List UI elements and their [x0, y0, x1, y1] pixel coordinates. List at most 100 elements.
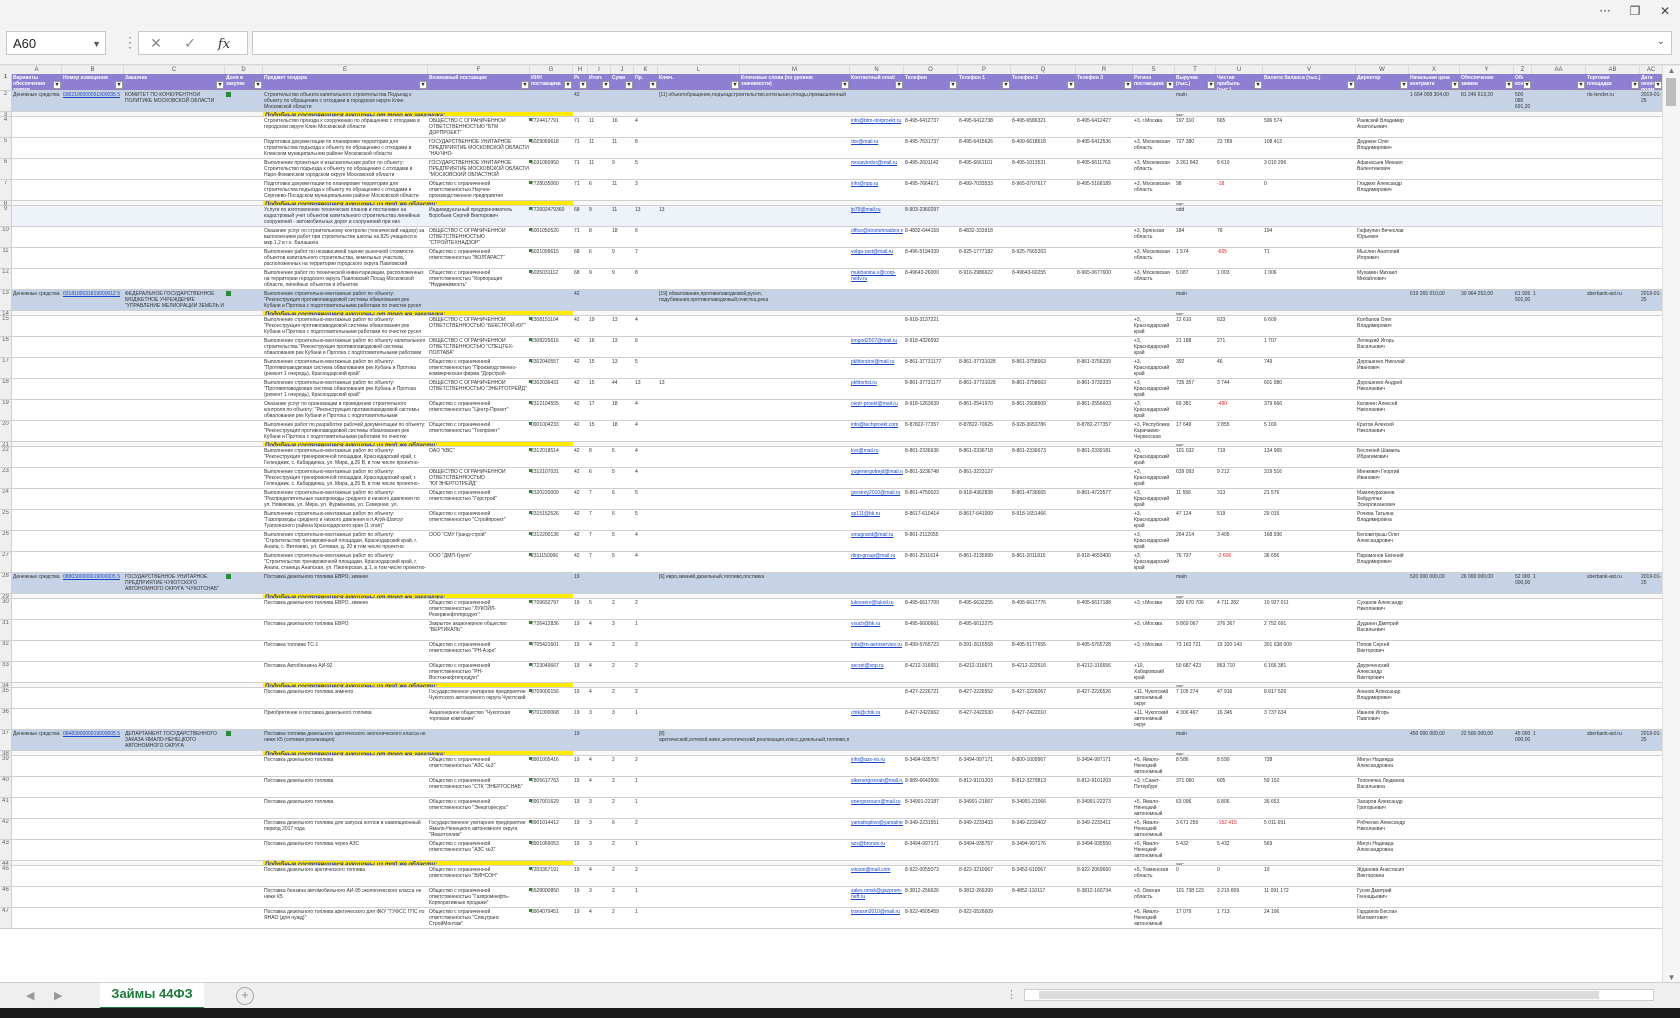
cell-m[interactable]: energoresurs@mail.ru [851, 799, 903, 818]
filter-dropdown-icon[interactable]: ▾ [1067, 81, 1075, 89]
row-number[interactable]: 17 [0, 358, 12, 378]
filter-dropdown-icon[interactable]: ▾ [254, 81, 262, 89]
close-icon[interactable]: ✕ [1652, 2, 1678, 20]
cell-m[interactable]: yugenergotrejd@mail.ru [851, 469, 903, 488]
row-number[interactable]: 40 [0, 777, 12, 797]
filter-dropdown-icon[interactable]: ▾ [419, 81, 427, 89]
row-number[interactable]: 2 [0, 91, 12, 111]
column-header-c[interactable]: C [124, 66, 225, 74]
tab-splitter-icon[interactable]: ⋮ [1006, 988, 1017, 1001]
filter-dropdown-icon[interactable]: ▾ [949, 81, 957, 89]
scroll-thumb-horizontal[interactable] [1039, 991, 1599, 999]
filter-dropdown-icon[interactable]: ▾ [1207, 81, 1215, 89]
row-number[interactable]: 34 [0, 683, 12, 687]
row-number[interactable]: 8 [0, 201, 12, 205]
cell-m[interactable]: secret@vnp.ru [851, 663, 903, 682]
row-number[interactable]: 16 [0, 337, 12, 357]
cell-b[interactable]: 0362100000051900035 5 [63, 92, 123, 111]
cell-m[interactable]: info@techproekt.com [851, 422, 903, 441]
row-number[interactable]: 36 [0, 709, 12, 729]
row-number[interactable]: 22 [0, 447, 12, 467]
column-header-t[interactable]: T [1175, 66, 1216, 74]
filter-dropdown-icon[interactable]: ▾ [1400, 81, 1408, 89]
filter-dropdown-icon[interactable]: ▾ [1577, 81, 1585, 89]
column-header-j[interactable]: J [611, 66, 634, 74]
cell-m[interactable]: info@azs-no.ru [851, 757, 903, 776]
column-header-e[interactable]: E [263, 66, 428, 74]
row-number[interactable]: 27 [0, 552, 12, 572]
column-header-m[interactable]: M [740, 66, 850, 74]
filter-dropdown-icon[interactable]: ▾ [1254, 81, 1262, 89]
cell-m[interactable]: yamaltoplivo@yamalnet.ru [851, 820, 903, 839]
row-number[interactable]: 15 [0, 316, 12, 336]
enter-icon[interactable]: ✓ [173, 32, 207, 54]
vertical-scrollbar[interactable]: ▲ ▼ [1662, 66, 1680, 982]
filter-dropdown-icon[interactable]: ▾ [731, 81, 739, 89]
filter-dropdown-icon[interactable]: ▾ [216, 81, 224, 89]
row-number[interactable]: 13 [0, 290, 12, 310]
column-header-k[interactable]: K [634, 66, 658, 74]
cell-m[interactable]: lukreserv@lukoil.ru [851, 600, 903, 619]
row-number[interactable]: 6 [0, 159, 12, 179]
row-number[interactable]: 24 [0, 489, 12, 509]
cell-m[interactable]: mosavtodor@mail.ru [851, 160, 903, 179]
row-number[interactable]: 3 [0, 112, 12, 116]
cell-b[interactable]: 0848300000019000005 5 [63, 731, 123, 750]
column-header-q[interactable]: Q [1011, 66, 1076, 74]
chevron-down-icon[interactable]: ▼ [92, 32, 101, 56]
column-header-aa[interactable]: AA [1532, 66, 1586, 74]
row-number[interactable]: 35 [0, 688, 12, 708]
cell-m[interactable]: dmp-group@mail.ru [851, 553, 903, 572]
filter-dropdown-icon[interactable]: ▾ [1523, 81, 1531, 89]
column-header-i[interactable]: I [588, 66, 611, 74]
filter-dropdown-icon[interactable]: ▾ [1002, 81, 1010, 89]
row-number[interactable]: 29 [0, 594, 12, 598]
row-number[interactable]: 11 [0, 248, 12, 268]
row-number[interactable]: 31 [0, 620, 12, 640]
row-number[interactable]: 25 [0, 510, 12, 530]
row-number[interactable]: 30 [0, 599, 12, 619]
row-number[interactable]: 43 [0, 840, 12, 860]
filter-dropdown-icon[interactable]: ▾ [1347, 81, 1355, 89]
cell-m[interactable]: vinson@mail.com [851, 867, 903, 886]
row-number[interactable]: 9 [0, 206, 12, 226]
row-number[interactable]: 33 [0, 662, 12, 682]
cancel-icon[interactable]: ✕ [139, 32, 173, 54]
row-number[interactable]: 46 [0, 887, 12, 907]
cell-m[interactable]: stkenergosnab@mail.ru [851, 778, 903, 797]
row-number[interactable]: 28 [0, 573, 12, 593]
row-number[interactable]: 18 [0, 379, 12, 399]
column-header-u[interactable]: U [1216, 66, 1263, 74]
cell-m[interactable]: dor@mail.ru [851, 139, 903, 158]
cell-b[interactable]: 0318100031819000012 5 [63, 291, 123, 310]
cell-m[interactable]: vsuch@bk.ru [851, 621, 903, 640]
column-header-r[interactable]: R [1076, 66, 1133, 74]
cell-m[interactable]: pkfdorlist.ru [851, 380, 903, 399]
filter-dropdown-icon[interactable]: ▾ [649, 81, 657, 89]
filter-dropdown-icon[interactable]: ▾ [564, 81, 572, 89]
column-header-z[interactable]: Z [1514, 66, 1532, 74]
row-number[interactable]: 26 [0, 531, 12, 551]
row-number[interactable]: 44 [0, 861, 12, 865]
function-icon[interactable]: fx [207, 34, 241, 56]
cell-m[interactable]: volga-rast@mail.ru [851, 249, 903, 268]
column-header-f[interactable]: F [428, 66, 530, 74]
filter-dropdown-icon[interactable]: ▾ [579, 81, 587, 89]
cell-m[interactable]: mukhanina.v@corp-nedv.ru [851, 270, 903, 289]
cell-m[interactable]: azs@bronze.ru [851, 841, 903, 860]
row-number[interactable]: 45 [0, 866, 12, 886]
add-sheet-icon[interactable]: + [236, 987, 254, 1005]
filter-dropdown-icon[interactable]: ▾ [895, 81, 903, 89]
filter-dropdown-icon[interactable]: ▾ [521, 81, 529, 89]
sheet-tab[interactable]: Займы 44ФЗ [100, 983, 204, 1010]
column-header-v[interactable]: V [1263, 66, 1356, 74]
filter-dropdown-icon[interactable]: ▾ [841, 81, 849, 89]
row-number[interactable]: 23 [0, 468, 12, 488]
cell-m[interactable]: transsm2010@mail.ru [851, 909, 903, 928]
cell-m[interactable]: pkfdorstroi@mail.ru [851, 359, 903, 378]
scroll-thumb[interactable] [1666, 78, 1676, 106]
row-number[interactable]: 4 [0, 117, 12, 137]
column-header-y[interactable]: Y [1460, 66, 1514, 74]
column-header-a[interactable]: A [12, 66, 62, 74]
cell-m[interactable]: smugrand@mail.ru [851, 532, 903, 551]
